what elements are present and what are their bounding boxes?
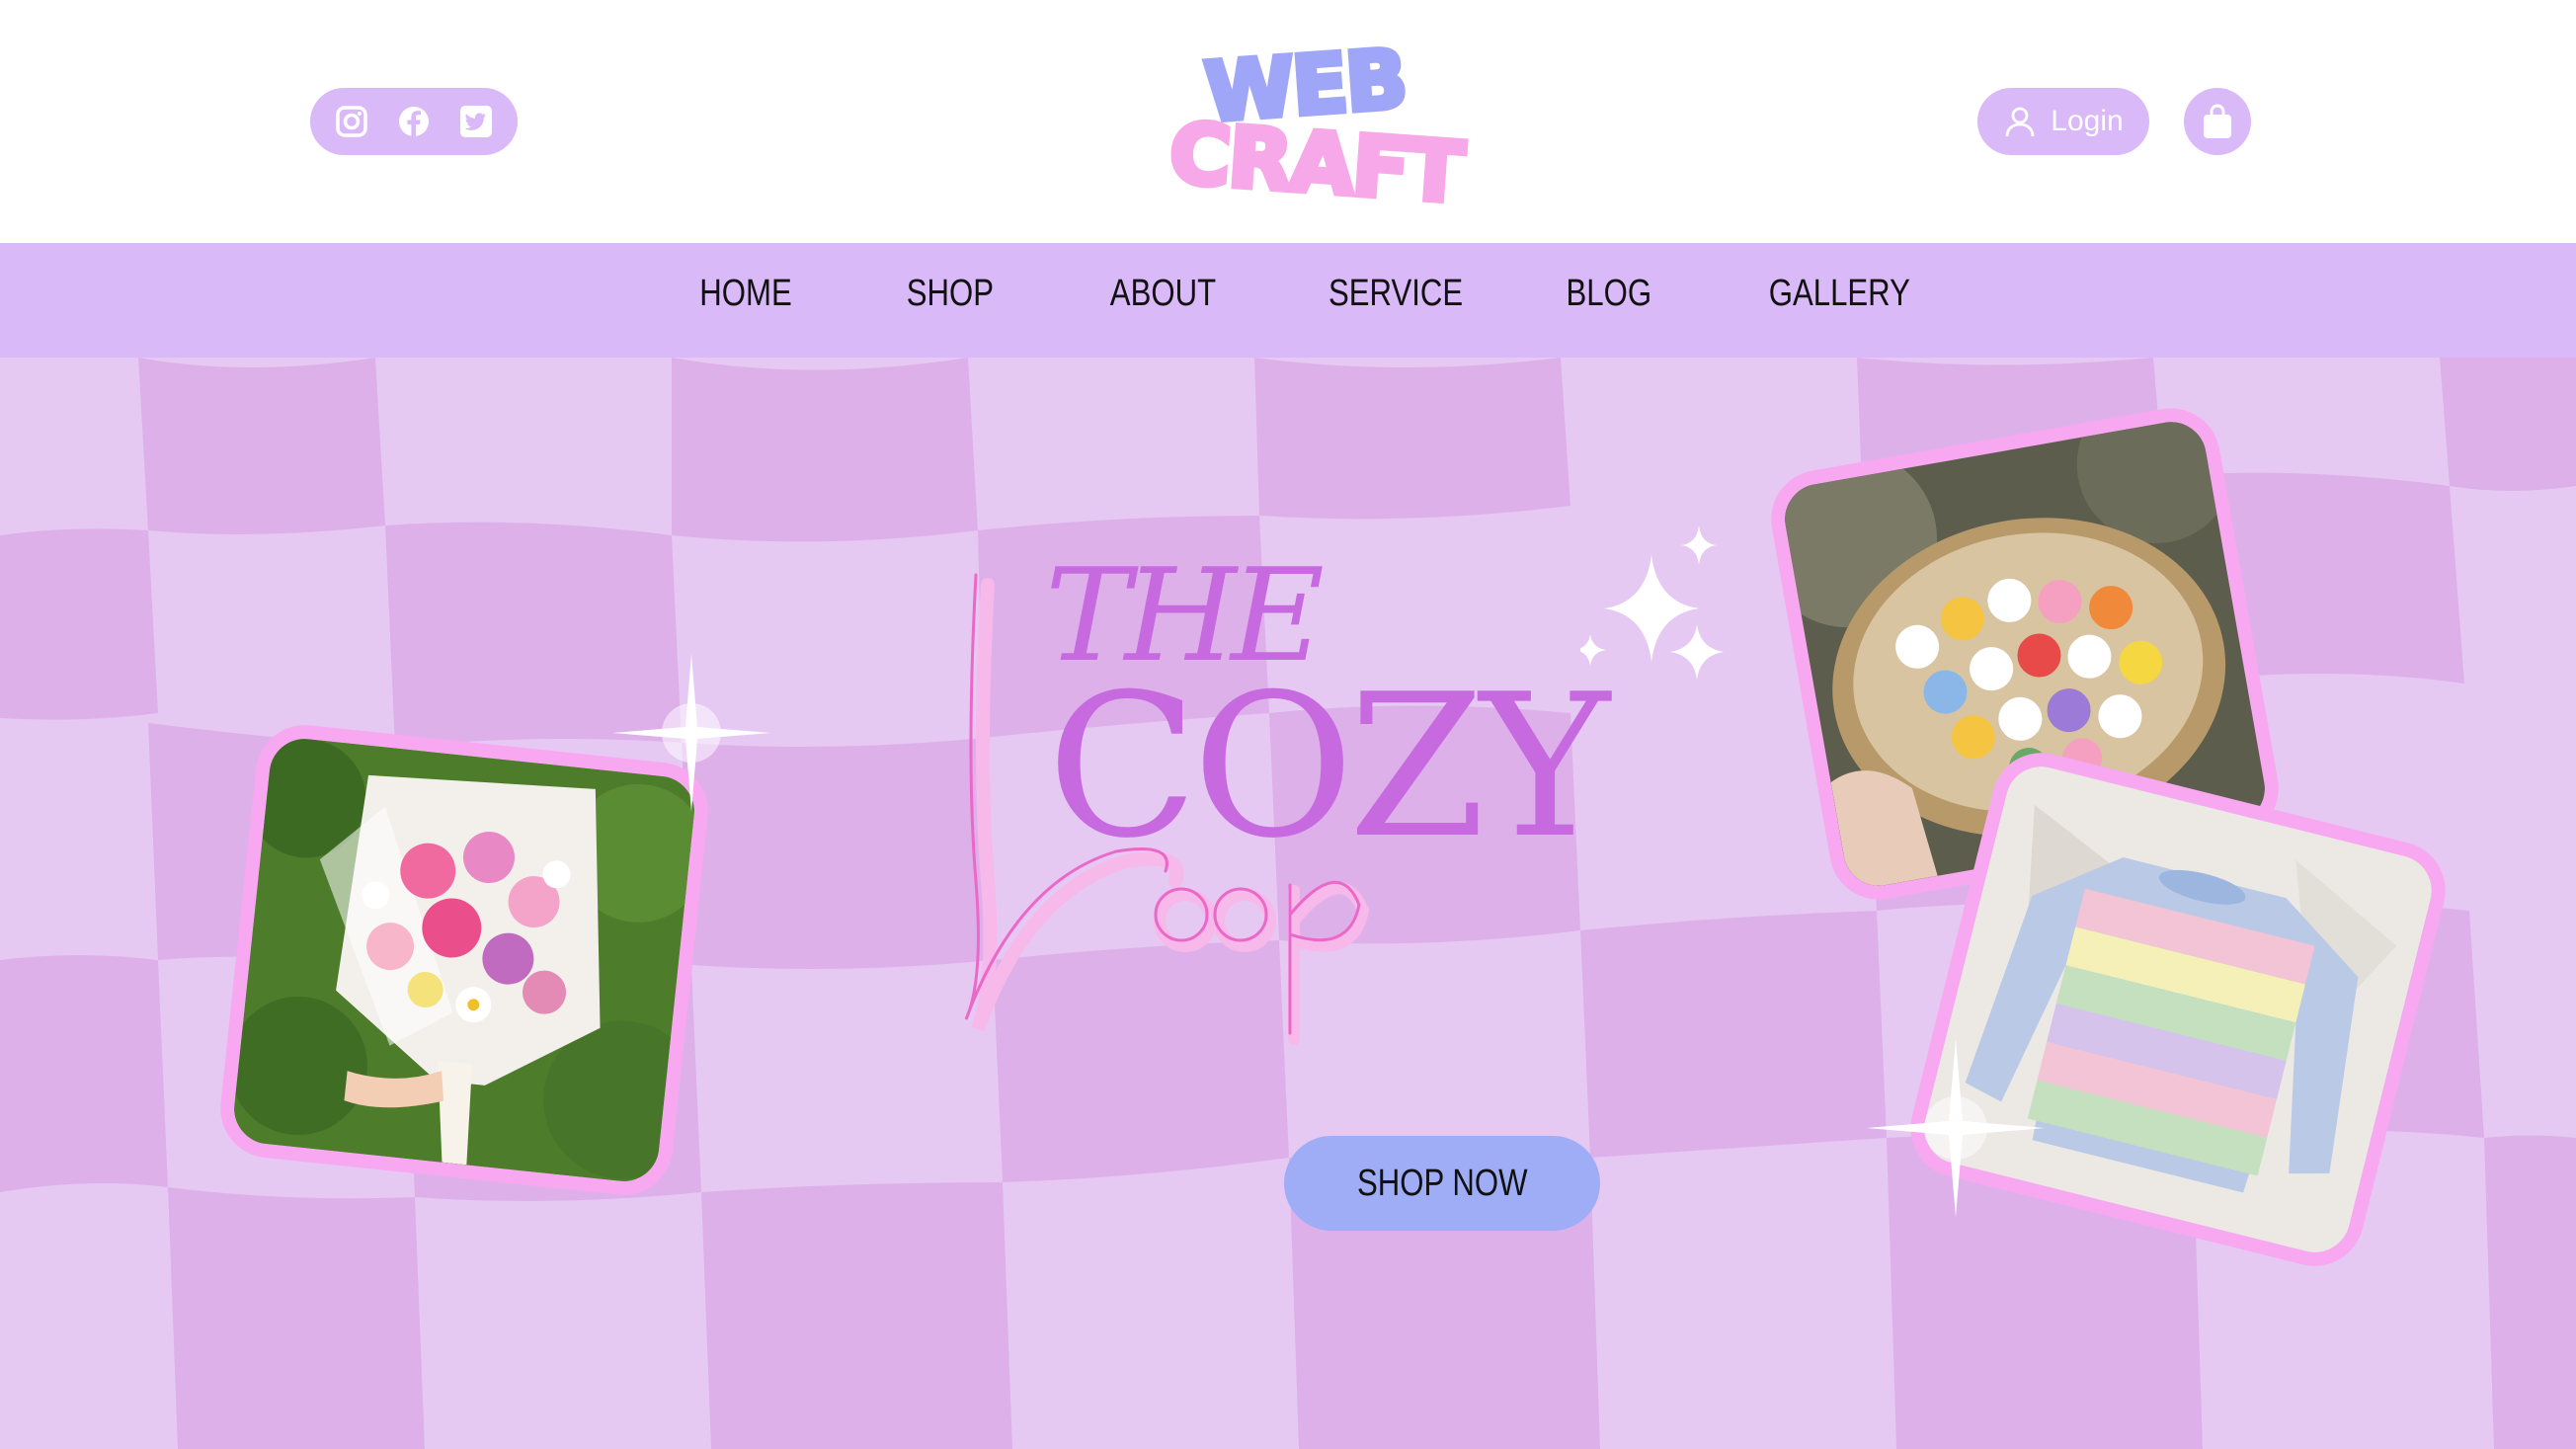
login-label: Login <box>2051 105 2124 137</box>
webcraft-logo[interactable]: WEB CRAFT <box>1156 30 1468 224</box>
facebook-icon[interactable] <box>394 102 434 141</box>
sparkle-glow <box>612 654 770 812</box>
nav-item-service[interactable]: SERVICE <box>1328 273 1463 315</box>
social-links <box>310 88 518 155</box>
logo-line-craft: CRAFT <box>1164 102 1468 224</box>
nav-item-shop[interactable]: SHOP <box>907 273 994 315</box>
user-icon <box>2005 107 2035 137</box>
login-button[interactable]: Login <box>1977 88 2149 155</box>
cart-button[interactable] <box>2184 88 2251 155</box>
shop-now-button[interactable]: SHOP NOW <box>1284 1136 1600 1231</box>
main-nav: HOME SHOP ABOUT SERVICE BLOG GALLERY <box>0 243 2576 358</box>
shopping-bag-icon <box>2204 104 2231 138</box>
sparkle-decoration <box>1580 525 1724 680</box>
shop-now-label: SHOP NOW <box>1356 1162 1528 1204</box>
nav-item-blog[interactable]: BLOG <box>1567 273 1652 315</box>
twitter-icon[interactable] <box>456 102 496 141</box>
nav-item-gallery[interactable]: GALLERY <box>1769 273 1910 315</box>
nav-item-home[interactable]: HOME <box>699 273 791 315</box>
hero-section: THE COZY SHOP NOW <box>0 358 2576 1449</box>
hero-title-cozy: COZY <box>1047 652 1610 882</box>
nav-item-about[interactable]: ABOUT <box>1110 273 1216 315</box>
site-header: WEB CRAFT Login <box>0 0 2576 243</box>
sparkle-glow <box>1867 1039 2045 1217</box>
instagram-icon[interactable] <box>332 102 371 141</box>
